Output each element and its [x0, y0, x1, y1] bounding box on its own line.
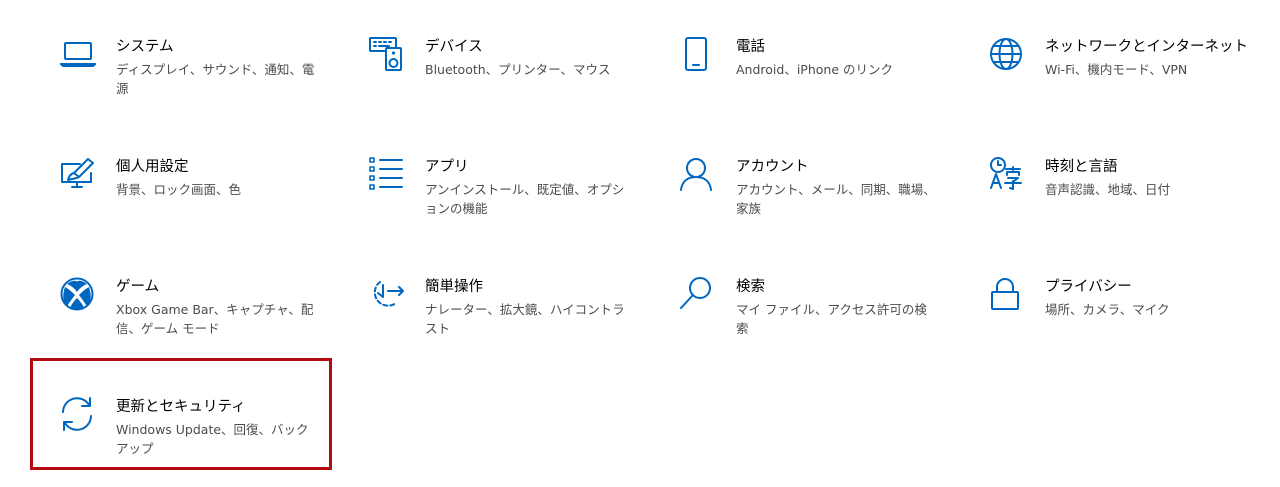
tile-title: アカウント [736, 159, 809, 175]
laptop-icon [60, 37, 100, 77]
tile-time-language[interactable]: 時刻と言語 音声認識、地域、日付 [989, 157, 1280, 247]
tile-phone[interactable]: 電話 Android、iPhone のリンク [680, 37, 980, 127]
tile-ease-of-access[interactable]: 簡単操作 ナレーター、拡大鏡、ハイコントラスト [369, 277, 669, 367]
tile-description: 場所、カメラ、マイク [1045, 302, 1170, 317]
xbox-icon [60, 277, 100, 317]
lock-icon [989, 277, 1029, 317]
tile-title: 個人用設定 [116, 159, 189, 175]
search-icon [680, 277, 720, 317]
tile-devices[interactable]: デバイス Bluetooth、プリンター、マウス [369, 37, 669, 127]
tile-description: Xbox Game Bar、キャプチャ、配信、ゲーム モード [116, 302, 314, 336]
time-language-icon [989, 157, 1029, 197]
tile-title: プライバシー [1045, 279, 1132, 295]
apps-list-icon [369, 157, 409, 197]
keyboard-speaker-icon [369, 37, 409, 77]
tile-description: ナレーター、拡大鏡、ハイコントラスト [425, 302, 625, 336]
tile-update-security[interactable]: 更新とセキュリティ Windows Update、回復、バックアップ [30, 358, 360, 487]
tile-description: 音声認識、地域、日付 [1045, 182, 1171, 197]
tile-apps[interactable]: アプリ アンインストール、既定値、オプションの機能 [369, 157, 669, 247]
tile-title: 簡単操作 [425, 279, 483, 295]
tile-description: ディスプレイ、サウンド、通知、電源 [116, 62, 315, 96]
tile-title: 更新とセキュリティ [116, 399, 246, 415]
tile-privacy[interactable]: プライバシー 場所、カメラ、マイク [989, 277, 1280, 367]
tile-title: ネットワークとインターネット [1045, 39, 1248, 55]
tile-system[interactable]: システム ディスプレイ、サウンド、通知、電源 [60, 37, 360, 127]
globe-icon [989, 37, 1029, 77]
tile-network[interactable]: ネットワークとインターネット Wi-Fi、機内モード、VPN [989, 37, 1280, 127]
phone-icon [680, 37, 720, 77]
tile-gaming[interactable]: ゲーム Xbox Game Bar、キャプチャ、配信、ゲーム モード [60, 277, 360, 367]
ease-of-access-icon [369, 277, 409, 317]
tile-title: システム [116, 39, 174, 55]
tile-accounts[interactable]: アカウント アカウント、メール、同期、職場、家族 [680, 157, 980, 247]
tile-description: Android、iPhone のリンク [736, 62, 893, 77]
person-icon [680, 157, 720, 197]
sync-icon [60, 397, 100, 437]
paintbrush-monitor-icon [60, 157, 100, 197]
tile-description: 背景、ロック画面、色 [116, 182, 242, 197]
tile-description: アンインストール、既定値、オプションの機能 [425, 182, 625, 216]
tile-title: アプリ [425, 159, 469, 175]
tile-title: 電話 [736, 39, 765, 55]
tile-description: Bluetooth、プリンター、マウス [425, 62, 611, 77]
tile-description: アカウント、メール、同期、職場、家族 [736, 182, 936, 216]
tile-personalization[interactable]: 個人用設定 背景、ロック画面、色 [60, 157, 360, 247]
tile-title: デバイス [425, 39, 483, 55]
tile-description: マイ ファイル、アクセス許可の検索 [736, 302, 927, 336]
tile-title: ゲーム [116, 279, 160, 295]
tile-title: 検索 [736, 279, 765, 295]
tile-description: Windows Update、回復、バックアップ [116, 422, 309, 456]
tile-search[interactable]: 検索 マイ ファイル、アクセス許可の検索 [680, 277, 980, 367]
tile-description: Wi-Fi、機内モード、VPN [1045, 62, 1188, 77]
tile-title: 時刻と言語 [1045, 159, 1118, 175]
